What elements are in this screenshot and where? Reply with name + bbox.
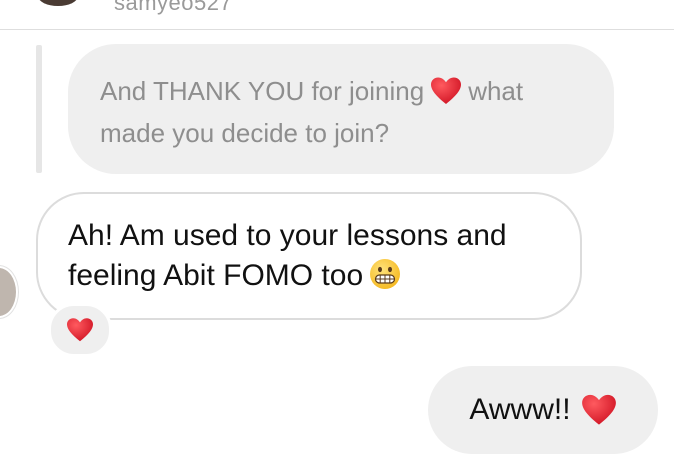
- reply-indicator-bar: [36, 45, 42, 173]
- quoted-message-text-end: what: [468, 76, 524, 106]
- sent-message-bubble[interactable]: Awww!!: [428, 366, 658, 454]
- sent-message-text: Awww!!: [469, 393, 571, 426]
- red-heart-icon: [581, 393, 617, 427]
- received-message-line-2: feeling Abit FOMO too: [68, 259, 364, 292]
- sender-avatar[interactable]: [0, 266, 18, 318]
- message-reaction-pill[interactable]: [48, 303, 112, 357]
- quoted-message-line-1: And THANK YOU for joining what: [100, 70, 582, 112]
- quoted-message-bubble[interactable]: And THANK YOU for joining what made you d…: [68, 44, 614, 174]
- quoted-message-line-2: made you decide to join?: [100, 118, 390, 148]
- red-heart-icon: [430, 76, 462, 106]
- red-heart-icon: [66, 317, 94, 343]
- top-avatar[interactable]: [38, 0, 78, 6]
- quoted-message-text-start: And THANK YOU for joining: [100, 76, 425, 106]
- header-username: samyeo527: [114, 0, 233, 15]
- received-message-line-1: Ah! Am used to your lessons and: [68, 219, 507, 252]
- received-message-line-2-wrap: feeling Abit FOMO too: [68, 256, 550, 296]
- header-divider: [0, 29, 674, 30]
- received-message-bubble[interactable]: Ah! Am used to your lessons and feeling …: [36, 192, 582, 320]
- grimacing-face-icon: [369, 258, 401, 290]
